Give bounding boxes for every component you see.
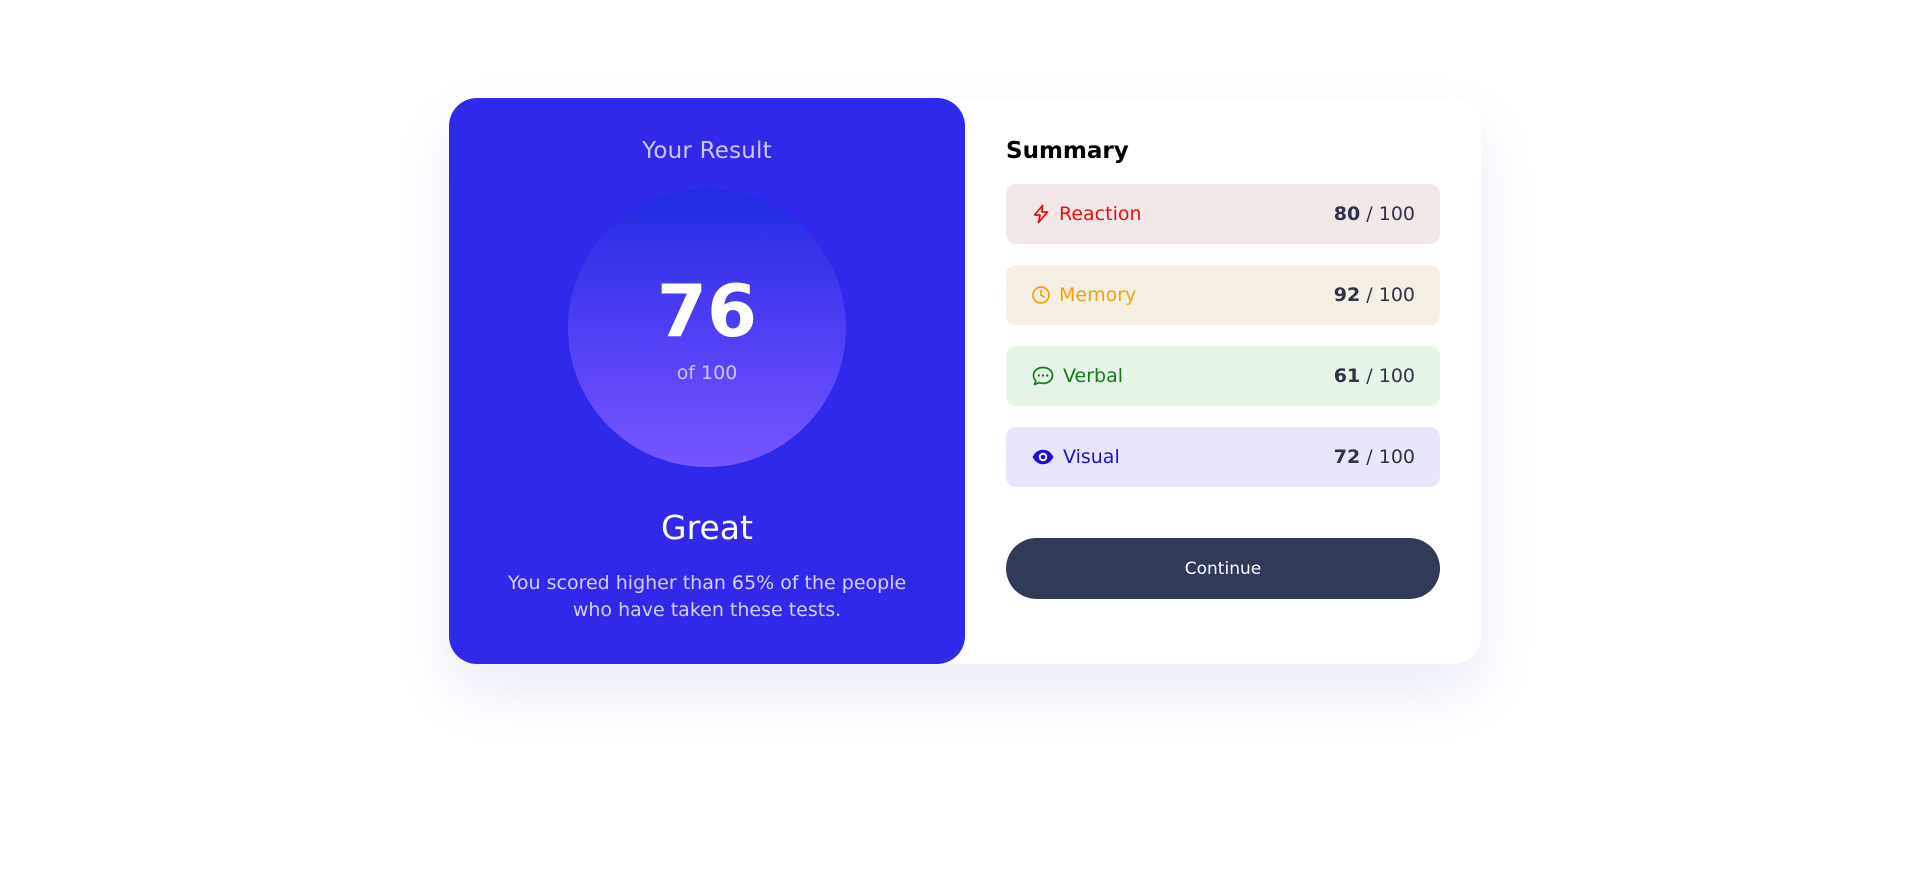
summary-item-memory: Memory 92 / 100: [1006, 265, 1440, 325]
grade-label: Great: [661, 508, 753, 547]
eye-icon: [1031, 447, 1055, 467]
summary-panel: Summary Reaction 80 / 100 Memory 92 / 10…: [965, 98, 1481, 664]
summary-item-verbal: Verbal 61 / 100: [1006, 346, 1440, 406]
summary-item-score: 72: [1333, 446, 1361, 468]
result-description: You scored higher than 65% of the people…: [507, 572, 907, 621]
score-of: of 100: [676, 362, 738, 384]
summary-item-score: 80: [1333, 203, 1361, 225]
score-value: 76: [656, 269, 758, 353]
result-panel: Your Result 76 of 100 Great You scored h…: [449, 98, 965, 664]
lightning-icon: [1031, 204, 1051, 224]
summary-item-score: 61: [1333, 365, 1361, 387]
summary-item-label: Visual: [1063, 446, 1120, 468]
summary-item-label: Verbal: [1063, 365, 1124, 387]
chat-bubble-icon: [1031, 366, 1055, 386]
summary-item-visual: Visual 72 / 100: [1006, 427, 1440, 487]
result-title: Your Result: [642, 138, 772, 164]
summary-item-label: Memory: [1059, 284, 1137, 306]
clock-icon: [1031, 285, 1051, 305]
summary-title: Summary: [1006, 138, 1129, 164]
summary-item-max: / 100: [1360, 203, 1415, 225]
results-card: Your Result 76 of 100 Great You scored h…: [449, 98, 1481, 664]
summary-item-max: / 100: [1360, 365, 1415, 387]
summary-item-score: 92: [1333, 284, 1361, 306]
summary-item-max: / 100: [1360, 446, 1415, 468]
score-circle: 76 of 100: [568, 189, 846, 467]
summary-item-reaction: Reaction 80 / 100: [1006, 184, 1440, 244]
summary-item-max: / 100: [1360, 284, 1415, 306]
continue-button[interactable]: Continue: [1006, 538, 1440, 599]
summary-item-label: Reaction: [1059, 203, 1142, 225]
